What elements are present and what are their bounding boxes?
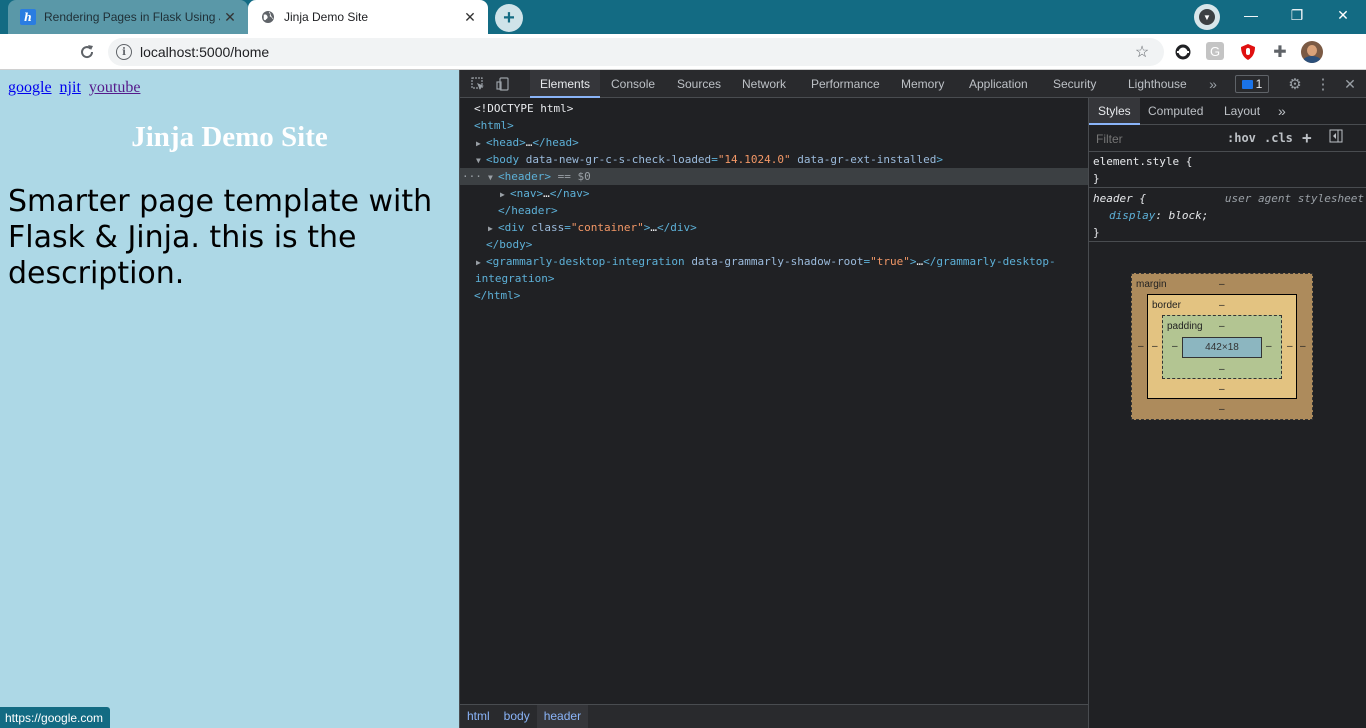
device-toolbar-icon[interactable] xyxy=(494,76,512,92)
tab-rendering-pages[interactable]: h Rendering Pages in Flask Using Jinja ✕ xyxy=(8,0,248,34)
hover-state-toggle[interactable]: :hov xyxy=(1227,131,1256,145)
avatar[interactable] xyxy=(1301,41,1323,63)
maximize-button[interactable]: ❐ xyxy=(1274,0,1320,30)
nav-link-njit[interactable]: njit xyxy=(60,79,81,96)
close-window-button[interactable]: ✕ xyxy=(1320,0,1366,30)
tab-application[interactable]: Application xyxy=(959,70,1038,98)
box-model-margin[interactable]: margin – – – – border – – – – padding – … xyxy=(1131,273,1313,420)
dom-node-div-container[interactable]: ▶ <div class="container">…</div> xyxy=(460,219,1088,236)
collapse-triangle-icon: ▼ xyxy=(488,173,493,182)
close-tab-icon[interactable]: ✕ xyxy=(460,7,480,27)
page-title: Jinja Demo Site xyxy=(131,121,328,153)
tab-layout[interactable]: Layout xyxy=(1215,98,1269,125)
bookmark-star-icon[interactable]: ☆ xyxy=(1130,42,1154,62)
ublock-extension-icon[interactable] xyxy=(1238,42,1258,62)
breadcrumb: html body header xyxy=(460,704,1088,728)
globe-icon xyxy=(260,9,276,25)
tab-computed[interactable]: Computed xyxy=(1139,98,1212,125)
tab-console[interactable]: Console xyxy=(601,70,665,98)
expand-triangle-icon: ▶ xyxy=(476,258,481,267)
site-nav: google njit youtube xyxy=(8,79,144,97)
minimize-button[interactable]: — xyxy=(1228,0,1274,30)
box-model-padding[interactable]: padding – – – – 442×18 xyxy=(1162,315,1282,379)
toggle-sidebar-icon[interactable] xyxy=(1329,129,1343,146)
new-style-rule-plus-icon[interactable]: + xyxy=(1302,128,1312,147)
chevron-down-icon: ▼ xyxy=(1199,9,1215,25)
devtools-tab-bar: Elements Console Sources Network Perform… xyxy=(460,70,1366,98)
expand-triangle-icon: ▶ xyxy=(500,190,505,199)
dom-node-header-selected[interactable]: ··· ▼ <header> == $0 xyxy=(460,168,1088,185)
more-actions-dots-icon: ··· xyxy=(462,170,482,183)
nav-link-google[interactable]: google xyxy=(8,79,52,96)
link-status-bar: https://google.com xyxy=(0,707,111,728)
settings-gear-icon[interactable]: ⚙ xyxy=(1286,76,1304,93)
address-bar[interactable]: i localhost:5000/home ☆ xyxy=(108,38,1164,66)
dom-node-doctype[interactable]: <!DOCTYPE html> xyxy=(460,100,1088,117)
header-style-rule[interactable]: header {user agent stylesheet display: b… xyxy=(1089,190,1366,242)
tab-lighthouse[interactable]: Lighthouse xyxy=(1118,70,1197,98)
styles-sidebar: Styles Computed Layout » :hov .cls + ele… xyxy=(1088,98,1366,728)
tab-search-button[interactable]: ▼ xyxy=(1194,4,1220,30)
tab-security[interactable]: Security xyxy=(1043,70,1106,98)
page-description: Smarter page template with Flask & Jinja… xyxy=(8,184,433,291)
close-devtools-icon[interactable]: ✕ xyxy=(1341,76,1359,92)
page-viewport: google njit youtube Jinja Demo Site Smar… xyxy=(0,70,459,728)
tab-network[interactable]: Network xyxy=(732,70,796,98)
tab-styles[interactable]: Styles xyxy=(1089,98,1140,125)
dom-node-grammarly[interactable]: ▶ <grammarly-desktop-integration data-gra… xyxy=(460,253,1088,270)
styles-filter-input[interactable] xyxy=(1093,130,1217,148)
tab-title: Rendering Pages in Flask Using Jinja xyxy=(44,10,220,24)
styles-filter-bar: :hov .cls + xyxy=(1089,126,1366,152)
dom-node-html[interactable]: <html> xyxy=(460,117,1088,134)
expand-triangle-icon: ▶ xyxy=(488,224,493,233)
hashnode-favicon-icon: h xyxy=(20,9,36,25)
user-agent-stylesheet-label: user agent stylesheet xyxy=(1224,192,1364,205)
box-model-border[interactable]: border – – – – padding – – – – 442×18 xyxy=(1147,294,1297,399)
tab-performance[interactable]: Performance xyxy=(801,70,890,98)
tab-sources[interactable]: Sources xyxy=(667,70,731,98)
sidebar-tab-bar: Styles Computed Layout » xyxy=(1089,98,1366,125)
reload-icon[interactable] xyxy=(76,41,98,63)
inspect-element-icon[interactable] xyxy=(469,76,487,92)
tab-jinja-demo-site[interactable]: Jinja Demo Site ✕ xyxy=(248,0,488,34)
expand-triangle-icon: ▶ xyxy=(476,139,481,148)
dom-node-body[interactable]: ▼ <body data-new-gr-c-s-check-loaded="14.… xyxy=(460,151,1088,168)
message-icon xyxy=(1241,79,1253,89)
dom-node-nav[interactable]: ▶ <nav>…</nav> xyxy=(460,185,1088,202)
nav-link-youtube[interactable]: youtube xyxy=(89,79,141,96)
devtools-panel: Elements Console Sources Network Perform… xyxy=(459,70,1366,728)
collapse-triangle-icon: ▼ xyxy=(476,156,481,165)
element-style-rule[interactable]: element.style { } xyxy=(1089,153,1366,188)
tab-title: Jinja Demo Site xyxy=(284,10,369,24)
more-sidebar-tabs-icon[interactable]: » xyxy=(1269,98,1295,125)
breadcrumb-body[interactable]: body xyxy=(497,705,537,728)
sync-extension-icon[interactable] xyxy=(1173,42,1193,62)
dom-node-body-close[interactable]: </body> xyxy=(460,236,1088,253)
breadcrumb-header[interactable]: header xyxy=(536,705,589,728)
class-toggle[interactable]: .cls xyxy=(1264,131,1293,145)
dom-node-head[interactable]: ▶ <head>…</head> xyxy=(460,134,1088,151)
dom-node-grammarly-close[interactable]: integration> xyxy=(460,270,1088,287)
tab-elements[interactable]: Elements xyxy=(530,70,601,98)
tab-strip: h Rendering Pages in Flask Using Jinja ✕… xyxy=(0,0,1366,34)
more-tabs-chevron-icon[interactable]: » xyxy=(1204,76,1222,92)
issues-badge[interactable]: 1 xyxy=(1235,75,1269,93)
more-options-icon[interactable]: ⋮ xyxy=(1314,76,1332,93)
extensions-puzzle-icon[interactable]: ✚ xyxy=(1270,42,1290,62)
breadcrumb-html[interactable]: html xyxy=(460,705,497,728)
dom-node-html-close[interactable]: </html> xyxy=(460,287,1088,304)
dom-node-header-close[interactable]: </header> xyxy=(460,202,1088,219)
url-text: localhost:5000/home xyxy=(140,44,270,60)
box-model-content[interactable]: 442×18 xyxy=(1182,337,1262,358)
browser-toolbar: i localhost:5000/home ☆ G ✚ xyxy=(0,34,1366,70)
dom-tree: <!DOCTYPE html> <html> ▶ <head>…</head> ▼… xyxy=(460,98,1088,704)
grammarly-extension-icon[interactable]: G xyxy=(1206,42,1224,60)
info-icon[interactable]: i xyxy=(116,44,132,60)
tab-memory[interactable]: Memory xyxy=(891,70,954,98)
close-tab-icon[interactable]: ✕ xyxy=(220,7,240,27)
new-tab-button[interactable]: + xyxy=(495,4,523,32)
